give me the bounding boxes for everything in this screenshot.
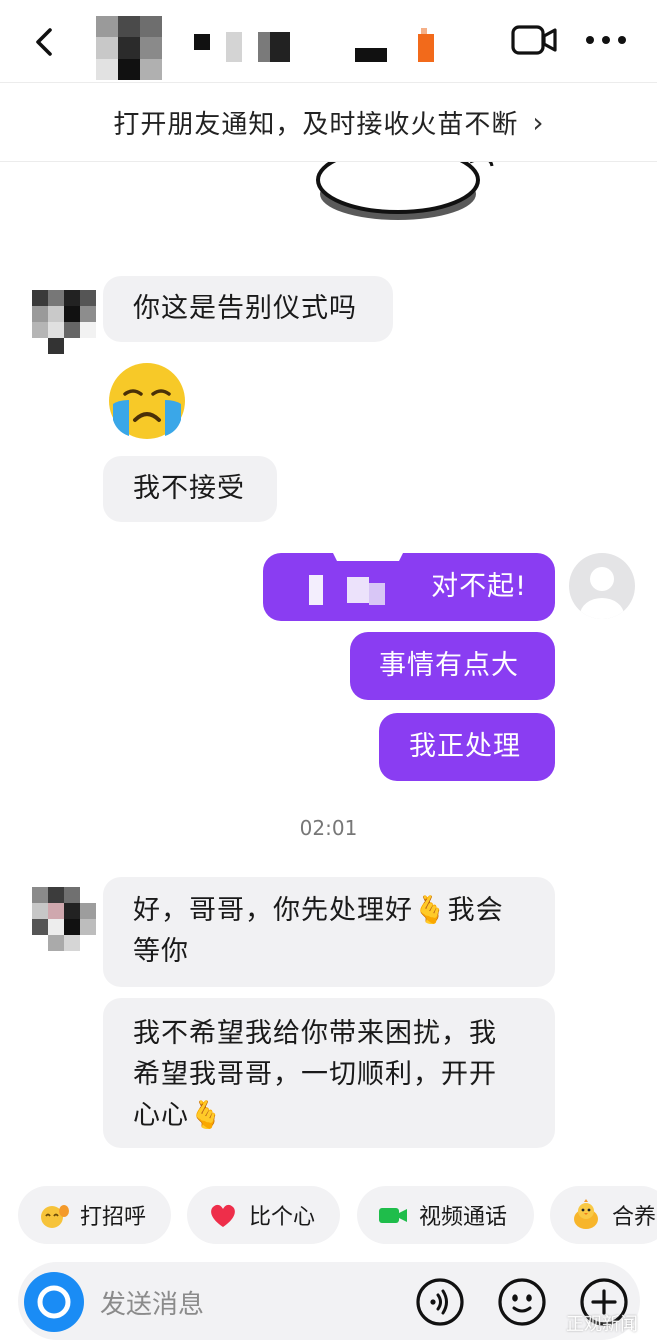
message-bubble-incoming[interactable]: 好，哥哥，你先处理好🫰我会 等你 [103,877,555,987]
video-call-icon [379,1208,407,1223]
crying-face-icon[interactable] [103,360,191,442]
message-bubble-outgoing[interactable]: 对不起! [263,553,555,621]
chat-screen: 打开朋友通知，及时接收火苗不断 › 你这是告别仪式吗 我不接受 对不起! 事情有… [0,0,657,1340]
contact-avatar[interactable] [96,16,162,80]
self-avatar[interactable] [569,553,635,619]
quick-action-label: 合养 [612,1205,657,1230]
message-input-bar: 发送消息 [18,1262,640,1340]
redacted-mosaic [309,553,403,605]
message-text: 事情有点大 [379,650,519,681]
message-timestamp: 02:01 [299,816,358,840]
quick-action-label: 比个心 [249,1205,316,1230]
quick-action-wave[interactable]: 打招呼 [18,1186,171,1244]
emoji-icon[interactable] [496,1276,548,1328]
chevron-left-icon[interactable] [28,22,62,62]
friend-notification-banner[interactable]: 打开朋友通知，及时接收火苗不断 › [0,82,657,162]
contact-name-redacted[interactable] [190,28,450,64]
message-bubble-incoming[interactable]: 你这是告别仪式吗 [103,276,393,342]
wave-hand-icon [41,1205,69,1228]
heart-icon [211,1204,235,1227]
quick-action-label: 打招呼 [80,1205,147,1230]
contact-avatar[interactable] [32,290,96,354]
message-text: 你这是告别仪式吗 [133,293,357,324]
chick-icon [574,1199,598,1229]
video-camera-icon[interactable] [510,22,558,58]
chat-header [0,0,657,82]
camera-icon[interactable] [24,1272,84,1332]
message-text-line: 我不希望我给你带来困扰，我 [133,1018,497,1049]
message-bubble-incoming[interactable]: 我不希望我给你带来困扰，我 希望我哥哥，一切顺利，开开 心心🫰 [103,998,555,1148]
chevron-right-icon: › [532,105,544,139]
contact-avatar[interactable] [32,887,96,951]
quick-action-heart[interactable]: 比个心 [187,1186,340,1244]
message-text-line: 心心🫰 [133,1100,224,1131]
more-dots-icon[interactable] [584,30,628,50]
message-text-line: 好，哥哥，你先处理好🫰我会 [133,895,504,926]
message-text-line: 希望我哥哥，一切顺利，开开 [133,1059,497,1090]
notification-text: 打开朋友通知，及时接收火苗不断 [113,109,519,140]
message-text-line: 等你 [133,936,189,967]
quick-action-video-call[interactable]: 视频通话 [357,1186,534,1244]
message-bubble-incoming[interactable]: 我不接受 [103,456,277,522]
quick-action-co-raise[interactable]: 合养 [550,1186,657,1244]
watermark: 正观新闻 [566,1314,638,1335]
message-bubble-outgoing[interactable]: 事情有点大 [350,632,555,700]
voice-icon[interactable] [414,1276,466,1328]
quick-action-label: 视频通话 [419,1205,508,1230]
message-text: 我正处理 [409,731,521,762]
message-text: 我不接受 [133,473,245,504]
message-bubble-outgoing[interactable]: 我正处理 [379,713,555,781]
message-input[interactable]: 发送消息 [100,1284,204,1321]
